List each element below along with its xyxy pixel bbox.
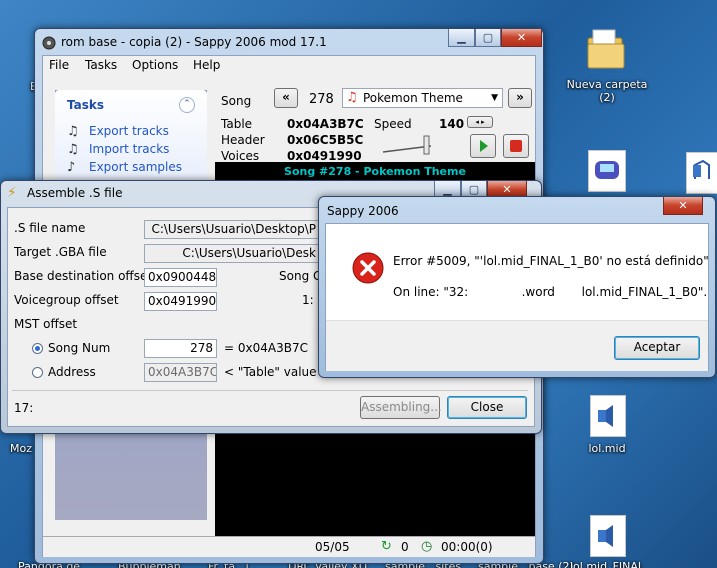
minimize-button[interactable]: ▁ xyxy=(448,29,475,47)
song-number[interactable]: 278 xyxy=(309,92,334,107)
menu-bar: File Tasks Options Help xyxy=(43,56,535,74)
desktop-icon-label-mid[interactable]: lol.mid xyxy=(580,442,634,455)
tasks-panel: Tasks ⌃ ♫ Export tracks ♫ Import tracks … xyxy=(55,90,207,182)
header-value: 0x06C5B5C xyxy=(287,133,364,147)
accept-button[interactable]: Aceptar xyxy=(614,336,700,360)
song-next-button[interactable]: » xyxy=(508,88,532,108)
table-label: Table xyxy=(221,117,253,131)
divider xyxy=(12,390,528,391)
export-samples-icon: ♪ xyxy=(67,160,76,175)
speed-stepper[interactable]: ◂ ▸ xyxy=(467,116,493,128)
error-icon xyxy=(352,252,384,284)
gba-file-icon[interactable] xyxy=(588,150,626,192)
menu-options[interactable]: Options xyxy=(132,58,178,72)
line-status: 17: xyxy=(14,401,34,415)
sappy-title: rom base - copia (2) - Sappy 2006 mod 17… xyxy=(61,35,327,49)
address-label[interactable]: Address xyxy=(48,365,96,379)
close-button[interactable]: ✕ xyxy=(501,29,542,47)
midi-file-icon[interactable] xyxy=(590,395,626,437)
table-value: 0x04A3B7C xyxy=(287,117,364,131)
target-label: Target .GBA file xyxy=(14,245,107,259)
target-field[interactable]: C:\Users\Usuario\Desk xyxy=(144,244,320,263)
sappy-app-icon xyxy=(42,36,56,50)
import-tracks-icon: ♫ xyxy=(67,142,79,157)
voicegroup-label: Voicegroup offset xyxy=(14,293,119,307)
error-title: Sappy 2006 xyxy=(327,204,399,218)
song-num-label[interactable]: Song Num xyxy=(48,341,110,355)
folder-icon[interactable] xyxy=(585,24,627,72)
desktop-partial-label[interactable]: Moz xyxy=(10,442,32,455)
speed-label: Speed xyxy=(374,117,412,131)
speed-slider[interactable] xyxy=(381,134,439,158)
error-client: Error #5009, "'lol.mid_FINAL_1_B0' no es… xyxy=(325,223,709,371)
assemble-title: Assemble .S file xyxy=(27,186,123,200)
status-loops: 0 xyxy=(401,540,409,554)
stop-button[interactable] xyxy=(503,134,529,158)
song-num-radio[interactable] xyxy=(32,343,43,354)
status-time: 00:00(0) xyxy=(441,540,493,554)
song-select[interactable]: ♫ Pokemon Theme ▼ xyxy=(342,88,503,108)
address-field[interactable]: 0x04A3B7C xyxy=(144,363,217,382)
error-message: Error #5009, "'lol.mid_FINAL_1_B0' no es… xyxy=(393,254,709,268)
song-num-eq: = 0x04A3B7C xyxy=(224,341,308,355)
desktop-label[interactable]: lol.mid_FINAL xyxy=(570,560,644,568)
task-export-tracks[interactable]: Export tracks xyxy=(89,124,169,138)
task-export-samples[interactable]: Export samples xyxy=(89,160,182,174)
assembling-button[interactable]: Assembling... xyxy=(360,396,442,419)
address-radio[interactable] xyxy=(32,367,43,378)
assemble-app-icon: ⚡ xyxy=(7,185,17,201)
header-label: Header xyxy=(221,133,265,147)
status-tracks: 05/05 xyxy=(315,540,350,554)
close-dialog-button[interactable]: Close xyxy=(447,396,527,419)
menu-tasks[interactable]: Tasks xyxy=(85,58,117,72)
speed-value: 140 xyxy=(439,117,465,131)
tasks-header[interactable]: Tasks xyxy=(67,98,104,112)
play-button[interactable] xyxy=(470,134,496,158)
voices-label: Voices xyxy=(221,149,260,163)
table-hint: < "Table" value in xyxy=(224,365,332,379)
task-import-tracks[interactable]: Import tracks xyxy=(89,142,169,156)
desktop-icon-label-folder[interactable]: Nueva carpeta (2) xyxy=(562,78,652,104)
one-label: 1: xyxy=(302,293,314,307)
now-playing-text: Song #278 - Pokemon Theme xyxy=(284,165,466,178)
voices-value: 0x0491990 xyxy=(287,149,362,163)
s-file-field[interactable]: C:\Users\Usuario\Desktop\P xyxy=(144,220,320,239)
base-dest-label: Base destination offset xyxy=(14,269,153,283)
collapse-icon[interactable]: ⌃ xyxy=(179,97,195,113)
loop-icon: ↻ xyxy=(381,539,392,554)
base-dest-field[interactable]: 0x0900448 xyxy=(144,268,217,287)
audio-file-icon[interactable] xyxy=(686,152,717,194)
mst-label: MST offset xyxy=(14,317,78,331)
song-select-value: Pokemon Theme xyxy=(363,91,463,105)
s-file-label: .S file name xyxy=(14,221,86,235)
clock-icon: ◷ xyxy=(421,539,433,554)
midi-file-icon-2[interactable] xyxy=(590,515,626,557)
menu-file[interactable]: File xyxy=(49,58,69,72)
error-line: On line: "32: .word lol.mid_FINAL_1_B0". xyxy=(393,285,708,299)
chevron-down-icon: ▼ xyxy=(491,93,498,103)
song-prev-button[interactable]: « xyxy=(274,88,298,108)
song-num-field[interactable]: 278 xyxy=(144,339,217,358)
song-label: Song xyxy=(221,94,252,108)
voicegroup-field[interactable]: 0x0491990 xyxy=(144,292,217,311)
status-bar: 05/05 ↻ 0 ◷ 00:00(0) xyxy=(43,536,535,557)
error-close-button[interactable]: ✕ xyxy=(663,197,703,215)
menu-help[interactable]: Help xyxy=(193,58,220,72)
error-dialog: Sappy 2006 ✕ Error #5009, "'lol.mid_FINA… xyxy=(318,196,716,378)
export-tracks-icon: ♫ xyxy=(67,124,79,139)
music-note-icon: ♫ xyxy=(346,90,358,105)
maximize-button[interactable]: ▢ xyxy=(475,29,501,47)
